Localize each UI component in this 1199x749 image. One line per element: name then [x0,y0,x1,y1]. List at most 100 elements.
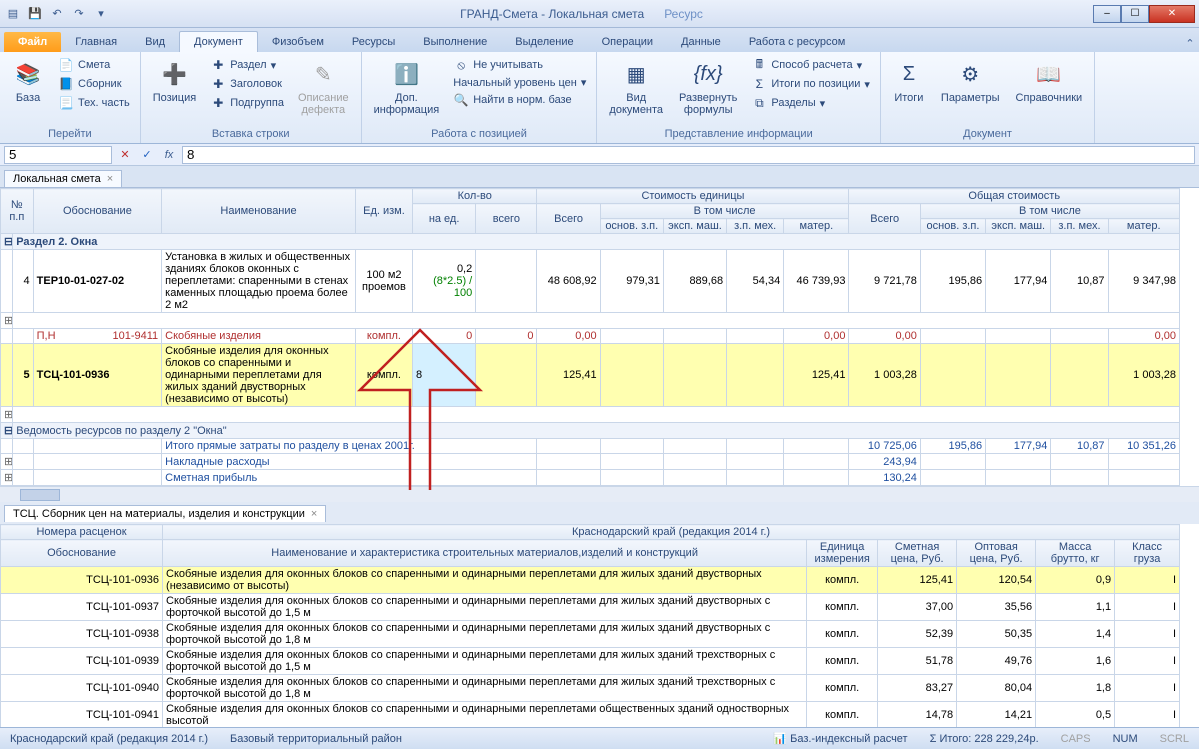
list-item[interactable]: ТСЦ-101-0937Скобяные изделия для оконных… [1,594,1180,621]
zagolovok-button[interactable]: ✚Заголовок [206,75,288,93]
col-eksp[interactable]: эксп. маш. [663,219,726,234]
col-eksp2[interactable]: эксп. маш. [986,219,1051,234]
col-naed[interactable]: на ед. [413,204,476,234]
minimize-button[interactable]: – [1093,5,1121,23]
itogi-button[interactable]: ΣИтоги [887,56,931,106]
qat-save-icon[interactable]: 💾 [26,5,44,23]
lower-doc-tab[interactable]: ТСЦ. Сборник цен на материалы, изделия и… [4,505,326,522]
close-tab-icon[interactable]: × [311,508,317,520]
razdel-button[interactable]: ✚Раздел ▾ [206,56,288,74]
lcol-massa[interactable]: Масса брутто, кг [1036,540,1115,567]
col-npp[interactable]: № п.п [1,189,34,234]
lcol-opt[interactable]: Оптовая цена, Руб. [957,540,1036,567]
naiti-button[interactable]: 🔍Найти в норм. базе [449,91,590,109]
col-mater2[interactable]: матер. [1108,219,1180,234]
tab-view[interactable]: Вид [131,32,179,52]
tab-main[interactable]: Главная [61,32,131,52]
col-mater[interactable]: матер. [784,219,849,234]
lcol-nom[interactable]: Номера расценок [1,525,163,540]
razdely-button[interactable]: ⧉Разделы ▾ [747,94,874,112]
lcol-naim[interactable]: Наименование и характеристика строительн… [163,540,807,567]
tab-data[interactable]: Данные [667,32,735,52]
list-item[interactable]: ТСЦ-101-0938Скобяные изделия для оконных… [1,621,1180,648]
qat-more-icon[interactable]: ▾ [92,5,110,23]
podgruppa-button[interactable]: ✚Подгруппа [206,94,288,112]
lower-grid[interactable]: Номера расценок Краснодарский край (редак… [0,524,1199,745]
col-zpmex2[interactable]: з.п. мех. [1051,219,1108,234]
tab-resource-work[interactable]: Работа с ресурсом [735,32,859,52]
tab-selection[interactable]: Выделение [501,32,587,52]
section-row[interactable]: ⊟Раздел 2. Окна [1,234,1180,250]
name-box[interactable] [4,146,112,164]
viddoc-button[interactable]: ▦Вид документа [603,56,669,118]
main-grid[interactable]: № п.п Обоснование Наименование Ед. изм. … [0,188,1199,502]
tab-resources[interactable]: Ресурсы [338,32,409,52]
tab-fizobem[interactable]: Физобъем [258,32,338,52]
expand-row[interactable]: ⊞ [1,313,1180,329]
status-region[interactable]: Краснодарский край (редакция 2014 г.) [6,733,212,745]
razvernut-button[interactable]: {fx}Развернуть формулы [673,56,743,118]
selected-row[interactable]: 5 ТСЦ-101-0936 Скобяные изделия для окон… [1,344,1180,407]
tab-document[interactable]: Документ [179,31,258,52]
fx-icon[interactable]: fx [160,146,178,164]
close-tab-icon[interactable]: × [107,173,113,185]
qat-app-icon[interactable]: ▤ [4,5,22,23]
tech-button[interactable]: 📃Тех. часть [54,94,134,112]
col-kolvo[interactable]: Кол-во [413,189,537,204]
vedomost-row[interactable]: ⊟Ведомость ресурсов по разделу 2 "Окна" [1,423,1180,439]
linked-row[interactable]: П,Н 101-9411 Скобяные изделия компл. 0 0… [1,329,1180,344]
cancel-edit-icon[interactable]: ✕ [116,146,134,164]
col-osnzp[interactable]: основ. з.п. [600,219,663,234]
formula-input[interactable] [182,146,1195,164]
lcol-klass[interactable]: Класс груза [1115,540,1180,567]
status-territory[interactable]: Базовый территориальный район [226,733,406,745]
col-obsh[interactable]: Общая стоимость [849,189,1180,204]
summary-row[interactable]: Итого прямые затраты по разделу в ценах … [1,439,1180,454]
tab-execution[interactable]: Выполнение [409,32,501,52]
col-zpmex[interactable]: з.п. мех. [727,219,784,234]
smeta-button[interactable]: 📄Смета [54,56,134,74]
neuch-button[interactable]: ⦸Не учитывать [449,56,590,74]
col-total2[interactable]: Всего [849,204,920,234]
confirm-edit-icon[interactable]: ✓ [138,146,156,164]
position-button[interactable]: ➕Позиция [147,56,203,106]
col-vtom[interactable]: В том числе [600,204,849,219]
list-item[interactable]: ТСЦ-101-0941Скобяные изделия для оконных… [1,702,1180,729]
sprav-button[interactable]: 📖Справочники [1010,56,1089,106]
status-calc-mode[interactable]: 📊 Баз.-индексный расчет [769,732,911,745]
base-button[interactable]: 📚База [6,56,50,106]
col-vtom2[interactable]: В том числе [920,204,1179,219]
summary-row[interactable]: ⊞Накладные расходы 243,94 [1,454,1180,470]
col-vsego[interactable]: всего [476,204,537,234]
lcol-obosn[interactable]: Обоснование [1,540,163,567]
table-row[interactable]: 4 ТЕР10-01-027-02 Установка в жилых и об… [1,250,1180,313]
list-item[interactable]: ТСЦ-101-0939Скобяные изделия для оконных… [1,648,1180,675]
col-osnzp2[interactable]: основ. з.п. [920,219,985,234]
maximize-button[interactable]: ☐ [1121,5,1149,23]
close-button[interactable]: ✕ [1149,5,1195,23]
col-obosn[interactable]: Обоснование [33,189,162,234]
summary-row[interactable]: ⊞Сметная прибыль 130,24 [1,470,1180,486]
qat-undo-icon[interactable]: ↶ [48,5,66,23]
editing-cell[interactable]: 8 [413,344,476,407]
param-button[interactable]: ⚙Параметры [935,56,1006,106]
sbornik-button[interactable]: 📘Сборник [54,75,134,93]
col-stoimed[interactable]: Стоимость единицы [537,189,849,204]
expand-row[interactable]: ⊞ [1,407,1180,423]
lcol-ed[interactable]: Единица измерения [807,540,878,567]
h-scrollbar[interactable] [0,486,1199,502]
col-total[interactable]: Всего [537,204,600,234]
dopinfo-button[interactable]: ℹ️Доп. информация [368,56,446,118]
list-item[interactable]: ТСЦ-101-0940Скобяные изделия для оконных… [1,675,1180,702]
ribbon-minimize-icon[interactable]: ⌃ [1181,34,1199,52]
sposob-button[interactable]: 🖩Способ расчета ▾ [747,56,874,74]
col-ed[interactable]: Ед. изм. [355,189,412,234]
col-naim[interactable]: Наименование [162,189,356,234]
itogipos-button[interactable]: ΣИтоги по позиции ▾ [747,75,874,93]
list-item[interactable]: ТСЦ-101-0936Скобяные изделия для оконных… [1,567,1180,594]
doc-tab[interactable]: Локальная смета× [4,170,122,187]
tab-operations[interactable]: Операции [588,32,667,52]
nachur-button[interactable]: Начальный уровень цен ▾ [449,75,590,90]
qat-redo-icon[interactable]: ↷ [70,5,88,23]
file-tab[interactable]: Файл [4,32,61,52]
